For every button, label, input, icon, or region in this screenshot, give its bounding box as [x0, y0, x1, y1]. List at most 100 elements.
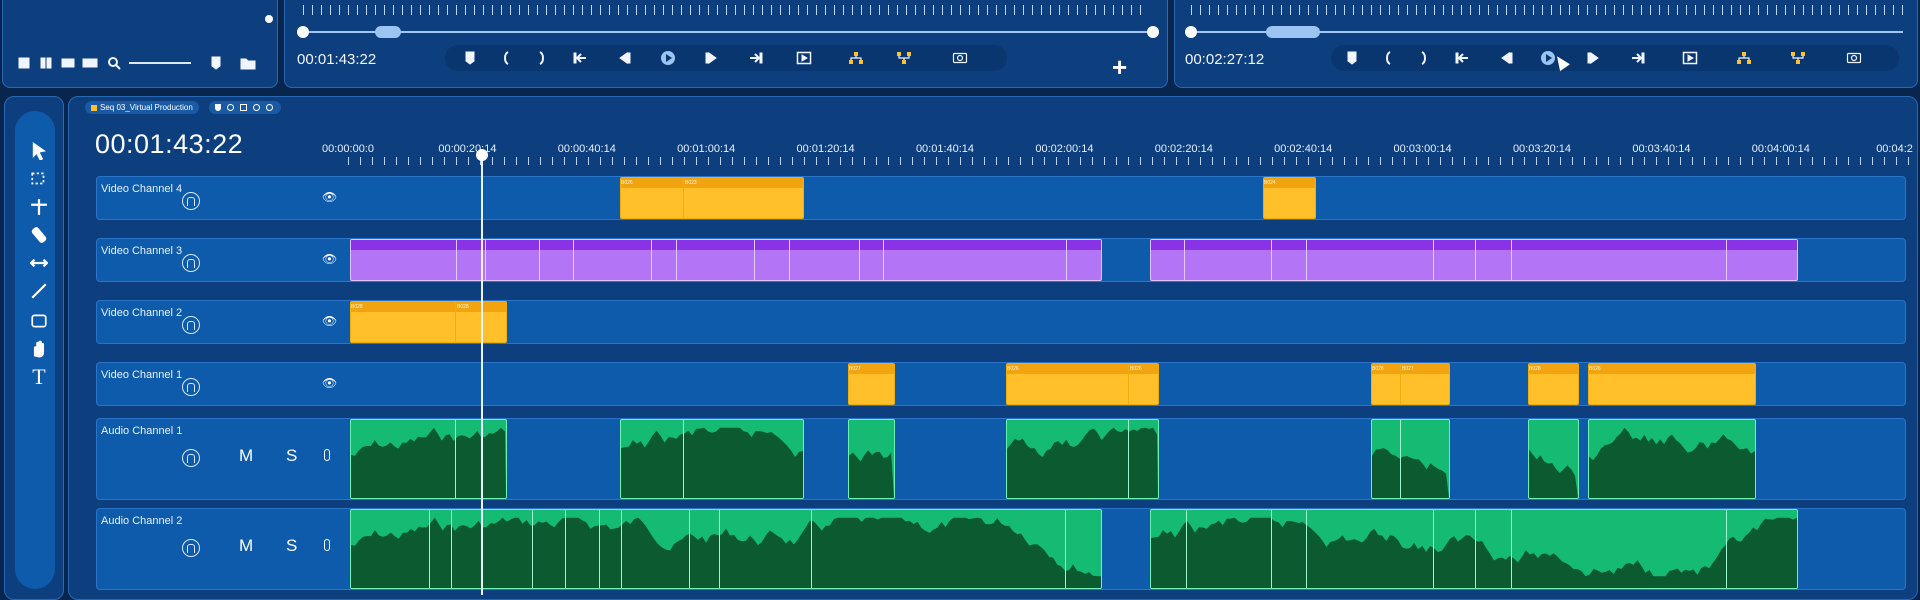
- track-name: Video Channel 1: [101, 369, 183, 381]
- step-back-icon[interactable]: [1495, 47, 1517, 69]
- audio-clip[interactable]: [350, 419, 507, 499]
- track-lock-icon[interactable]: [182, 539, 200, 557]
- audio-clip[interactable]: [1150, 509, 1798, 589]
- mark-in-icon[interactable]: [495, 47, 517, 69]
- timeline-ruler[interactable]: 00:00:00:0 00:00:20:14 00:00:40:14 00:01:00…: [69, 97, 1919, 157]
- audio-clip[interactable]: [350, 509, 1102, 589]
- zoom-slider[interactable]: [129, 62, 191, 64]
- broll-clip[interactable]: [350, 239, 1102, 281]
- step-forward-icon[interactable]: [701, 47, 723, 69]
- marker-icon[interactable]: [205, 52, 227, 74]
- track-lock-icon[interactable]: [182, 449, 200, 467]
- mark-out-icon[interactable]: [1413, 47, 1435, 69]
- eye-icon[interactable]: 👁: [322, 314, 337, 328]
- audio-track-2[interactable]: Audio Channel 2 M S: [96, 508, 1906, 590]
- playhead[interactable]: [481, 155, 483, 595]
- go-to-in-icon[interactable]: [1451, 47, 1473, 69]
- program-scrub-thumb[interactable]: [1266, 26, 1320, 38]
- audio-clip[interactable]: [1588, 419, 1756, 499]
- bin-toolbar: [9, 51, 271, 75]
- source-scrub-end[interactable]: [1147, 26, 1159, 38]
- step-forward-icon[interactable]: [1583, 47, 1605, 69]
- ruler-label: 00:03:40:14: [1632, 143, 1691, 155]
- step-back-icon[interactable]: [613, 47, 635, 69]
- thumbnail-view-icon[interactable]: [35, 52, 57, 74]
- video-clip[interactable]: B026: [1588, 363, 1756, 405]
- slip-tool[interactable]: [25, 251, 53, 275]
- mark-in-icon[interactable]: [1377, 47, 1399, 69]
- track-lock-icon[interactable]: [182, 192, 200, 210]
- program-scrub-start[interactable]: [1185, 26, 1197, 38]
- audio-clip[interactable]: [1528, 419, 1579, 499]
- track-lane: [350, 239, 1905, 281]
- source-scrub-thumb[interactable]: [375, 26, 401, 38]
- audio-track-1[interactable]: Audio Channel 1 M S: [96, 418, 1906, 500]
- filmstrip-view-icon[interactable]: [57, 52, 79, 74]
- mute-button[interactable]: M: [239, 446, 253, 466]
- video-clip[interactable]: B027: [848, 363, 895, 405]
- eye-icon[interactable]: 👁: [322, 190, 337, 204]
- play-icon[interactable]: [657, 47, 679, 69]
- video-clip[interactable]: B028 B027: [1371, 363, 1450, 405]
- video-track-1[interactable]: Video Channel 1 👁 B027 B026 B026 B028 B027…: [96, 362, 1906, 406]
- source-scrub-start[interactable]: [297, 26, 309, 38]
- ruler-label: 00:01:20:14: [796, 143, 855, 155]
- go-to-out-icon[interactable]: [745, 47, 767, 69]
- video-track-3[interactable]: Video Channel 3 👁: [96, 238, 1906, 282]
- video-clip[interactable]: B026 B023: [620, 177, 804, 219]
- track-lock-icon[interactable]: [182, 378, 200, 396]
- video-clip[interactable]: B028: [1528, 363, 1579, 405]
- program-ruler: [1191, 5, 1903, 15]
- marquee-tool[interactable]: [25, 167, 53, 191]
- solo-button[interactable]: S: [286, 446, 297, 466]
- folder-icon[interactable]: [237, 52, 259, 74]
- insert-icon[interactable]: [1733, 47, 1755, 69]
- video-clip[interactable]: B028 B028: [350, 301, 507, 343]
- eye-icon[interactable]: 👁: [322, 252, 337, 266]
- microphone-icon[interactable]: [324, 449, 330, 461]
- type-tool[interactable]: T: [25, 364, 53, 389]
- selection-tool[interactable]: [25, 139, 53, 163]
- video-track-2[interactable]: Video Channel 2 👁 B028 B028: [96, 300, 1906, 344]
- microphone-icon[interactable]: [324, 539, 330, 551]
- export-frame-icon[interactable]: [949, 47, 971, 69]
- video-clip[interactable]: B024: [1263, 177, 1316, 219]
- insert-icon[interactable]: [845, 47, 867, 69]
- add-button[interactable]: +: [1112, 52, 1127, 83]
- overwrite-icon[interactable]: [893, 47, 915, 69]
- marker-icon[interactable]: [459, 47, 481, 69]
- marker-icon[interactable]: [1341, 47, 1363, 69]
- audio-clip[interactable]: [1006, 419, 1159, 499]
- audio-clip[interactable]: [1371, 419, 1450, 499]
- go-to-in-icon[interactable]: [569, 47, 591, 69]
- eye-icon[interactable]: 👁: [322, 376, 337, 390]
- ruler-label: 00:03:20:14: [1512, 143, 1572, 155]
- storyboard-view-icon[interactable]: [79, 52, 101, 74]
- rectangle-tool[interactable]: [25, 309, 53, 333]
- list-view-icon[interactable]: [13, 52, 35, 74]
- broll-clip[interactable]: [1150, 239, 1798, 281]
- track-lock-icon[interactable]: [182, 316, 200, 334]
- zoom-icon[interactable]: [103, 52, 125, 74]
- solo-button[interactable]: S: [286, 536, 297, 556]
- playhead-handle[interactable]: [476, 149, 488, 161]
- track-lock-icon[interactable]: [182, 254, 200, 272]
- mark-out-icon[interactable]: [531, 47, 553, 69]
- mute-button[interactable]: M: [239, 536, 253, 556]
- video-clip[interactable]: B026 B026: [1006, 363, 1159, 405]
- overwrite-icon[interactable]: [1787, 47, 1809, 69]
- play-in-to-out-icon[interactable]: [793, 47, 815, 69]
- razor-tool[interactable]: [25, 223, 53, 247]
- go-to-out-icon[interactable]: [1627, 47, 1649, 69]
- program-scrubber[interactable]: [1185, 26, 1903, 38]
- bin-scroll-dot[interactable]: [265, 15, 273, 23]
- export-frame-icon[interactable]: [1843, 47, 1865, 69]
- play-in-to-out-icon[interactable]: [1679, 47, 1701, 69]
- source-scrubber[interactable]: [297, 26, 1159, 38]
- pen-tool[interactable]: [25, 279, 53, 303]
- hand-tool[interactable]: [25, 337, 53, 361]
- ripple-tool[interactable]: [25, 195, 53, 219]
- audio-clip[interactable]: [620, 419, 804, 499]
- audio-clip[interactable]: [848, 419, 895, 499]
- video-track-4[interactable]: Video Channel 4 👁 B026 B023 B024: [96, 176, 1906, 220]
